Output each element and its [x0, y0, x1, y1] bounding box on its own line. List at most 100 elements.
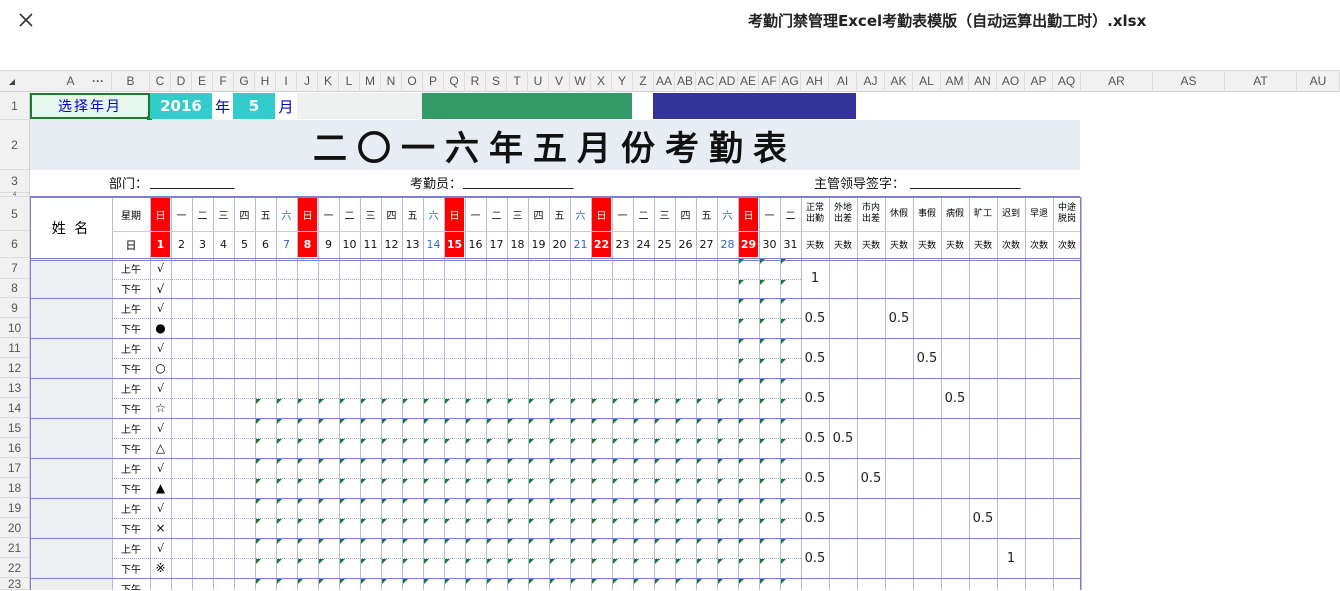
- stat-value-cell[interactable]: [1025, 258, 1053, 298]
- column-header-e[interactable]: E: [192, 71, 213, 92]
- stat-value-cell[interactable]: [857, 378, 885, 418]
- comment-indicator-icon[interactable]: [508, 499, 513, 504]
- comment-indicator-icon[interactable]: [445, 519, 450, 524]
- comment-indicator-icon[interactable]: [382, 539, 387, 544]
- stat-value-cell[interactable]: [1053, 498, 1081, 538]
- stat-value-cell[interactable]: [997, 298, 1025, 338]
- comment-indicator-icon[interactable]: [466, 459, 471, 464]
- comment-indicator-icon[interactable]: [760, 559, 765, 564]
- comment-indicator-icon[interactable]: [445, 399, 450, 404]
- stat-value-cell[interactable]: [941, 538, 969, 578]
- comment-indicator-icon[interactable]: [277, 419, 282, 424]
- stat-value-cell[interactable]: [913, 538, 941, 578]
- comment-indicator-icon[interactable]: [697, 519, 702, 524]
- comment-indicator-icon[interactable]: [403, 439, 408, 444]
- stat-value-cell[interactable]: [913, 578, 941, 590]
- comment-indicator-icon[interactable]: [718, 559, 723, 564]
- comment-indicator-icon[interactable]: [403, 539, 408, 544]
- comment-indicator-icon[interactable]: [655, 539, 660, 544]
- comment-indicator-icon[interactable]: [739, 379, 744, 384]
- row-header-2[interactable]: 2: [0, 120, 29, 170]
- comment-indicator-icon[interactable]: [781, 579, 786, 584]
- employee-name-cell[interactable]: [30, 418, 112, 458]
- comment-indicator-icon[interactable]: [781, 479, 786, 484]
- am-mark-cell[interactable]: √: [150, 538, 171, 558]
- employee-name-cell[interactable]: [30, 298, 112, 338]
- stat-value-cell[interactable]: [885, 338, 913, 378]
- comment-indicator-icon[interactable]: [676, 479, 681, 484]
- comment-indicator-icon[interactable]: [403, 399, 408, 404]
- comment-indicator-icon[interactable]: [529, 519, 534, 524]
- stat-value-cell[interactable]: [857, 258, 885, 298]
- stat-value-cell[interactable]: 1: [997, 538, 1025, 578]
- column-header-ah[interactable]: AH: [801, 71, 829, 92]
- column-header-o[interactable]: O: [402, 71, 423, 92]
- stat-value-cell[interactable]: [885, 458, 913, 498]
- am-mark-cell[interactable]: √: [150, 418, 171, 438]
- comment-indicator-icon[interactable]: [529, 439, 534, 444]
- comment-indicator-icon[interactable]: [298, 519, 303, 524]
- comment-indicator-icon[interactable]: [445, 479, 450, 484]
- comment-indicator-icon[interactable]: [466, 399, 471, 404]
- comment-indicator-icon[interactable]: [655, 459, 660, 464]
- comment-indicator-icon[interactable]: [487, 439, 492, 444]
- comment-indicator-icon[interactable]: [508, 459, 513, 464]
- employee-name-cell[interactable]: [30, 498, 112, 538]
- am-mark-cell[interactable]: √: [150, 338, 171, 358]
- comment-indicator-icon[interactable]: [781, 519, 786, 524]
- stat-value-cell[interactable]: 0.5: [801, 298, 829, 338]
- column-more-icon[interactable]: ···: [92, 71, 104, 92]
- comment-indicator-icon[interactable]: [466, 439, 471, 444]
- pm-mark-cell[interactable]: ●: [150, 318, 171, 338]
- comment-indicator-icon[interactable]: [361, 539, 366, 544]
- stat-value-cell[interactable]: [829, 498, 857, 538]
- pm-mark-cell[interactable]: [150, 578, 171, 590]
- comment-indicator-icon[interactable]: [466, 499, 471, 504]
- column-header-z[interactable]: Z: [633, 71, 654, 92]
- comment-indicator-icon[interactable]: [676, 419, 681, 424]
- comment-indicator-icon[interactable]: [256, 419, 261, 424]
- comment-indicator-icon[interactable]: [781, 499, 786, 504]
- stat-value-cell[interactable]: [829, 378, 857, 418]
- comment-indicator-icon[interactable]: [382, 459, 387, 464]
- comment-indicator-icon[interactable]: [361, 559, 366, 564]
- comment-indicator-icon[interactable]: [655, 579, 660, 584]
- comment-indicator-icon[interactable]: [340, 479, 345, 484]
- comment-indicator-icon[interactable]: [340, 539, 345, 544]
- select-all-corner-icon[interactable]: [0, 71, 30, 92]
- row-header-11[interactable]: 11: [0, 338, 29, 358]
- comment-indicator-icon[interactable]: [529, 459, 534, 464]
- stat-value-cell[interactable]: [913, 378, 941, 418]
- comment-indicator-icon[interactable]: [487, 579, 492, 584]
- stat-value-cell[interactable]: [997, 458, 1025, 498]
- comment-indicator-icon[interactable]: [550, 419, 555, 424]
- comment-indicator-icon[interactable]: [298, 539, 303, 544]
- comment-indicator-icon[interactable]: [676, 519, 681, 524]
- comment-indicator-icon[interactable]: [676, 459, 681, 464]
- column-header-at[interactable]: AT: [1225, 71, 1297, 92]
- select-month-label[interactable]: 选择年月: [30, 93, 150, 119]
- stat-value-cell[interactable]: [969, 538, 997, 578]
- stat-value-cell[interactable]: [969, 378, 997, 418]
- comment-indicator-icon[interactable]: [592, 419, 597, 424]
- comment-indicator-icon[interactable]: [256, 439, 261, 444]
- comment-indicator-icon[interactable]: [592, 539, 597, 544]
- comment-indicator-icon[interactable]: [361, 399, 366, 404]
- comment-indicator-icon[interactable]: [571, 519, 576, 524]
- comment-indicator-icon[interactable]: [424, 439, 429, 444]
- comment-indicator-icon[interactable]: [655, 439, 660, 444]
- comment-indicator-icon[interactable]: [781, 459, 786, 464]
- year-value-cell[interactable]: 2016: [150, 93, 212, 119]
- comment-indicator-icon[interactable]: [676, 499, 681, 504]
- stat-value-cell[interactable]: [969, 418, 997, 458]
- comment-indicator-icon[interactable]: [382, 419, 387, 424]
- comment-indicator-icon[interactable]: [718, 439, 723, 444]
- comment-indicator-icon[interactable]: [781, 439, 786, 444]
- comment-indicator-icon[interactable]: [256, 519, 261, 524]
- stat-value-cell[interactable]: [913, 418, 941, 458]
- comment-indicator-icon[interactable]: [424, 499, 429, 504]
- comment-indicator-icon[interactable]: [760, 479, 765, 484]
- comment-indicator-icon[interactable]: [718, 519, 723, 524]
- comment-indicator-icon[interactable]: [277, 499, 282, 504]
- stat-value-cell[interactable]: [857, 498, 885, 538]
